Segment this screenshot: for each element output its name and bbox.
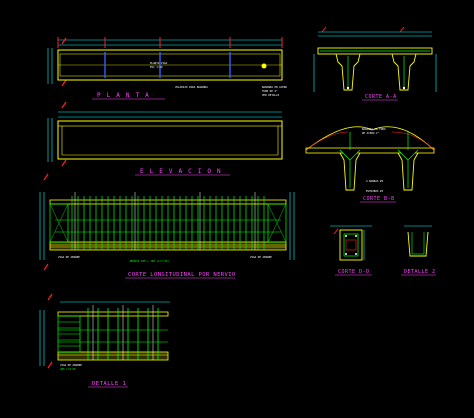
elevacion-beam-outline [57, 120, 283, 160]
svg-text:4 BARRAS #5: 4 BARRAS #5 [366, 179, 384, 183]
svg-text:PLANTA VIGA: PLANTA VIGA [150, 61, 168, 65]
corte-dd-title: CORTE D-D [338, 269, 370, 275]
svg-text:VIGA DE AMARRE: VIGA DE AMARRE [58, 255, 80, 259]
svg-text:BARANDA EN TUBO: BARANDA EN TUBO [362, 127, 386, 131]
cad-drawing: PLANTA VIGA ESC 1:50 VOLADIZO PARA BARAN… [39, 26, 437, 388]
corte-aa-view: CORTE A-A [313, 26, 437, 101]
planta-view: PLANTA VIGA ESC 1:50 VOLADIZO PARA BARAN… [47, 37, 287, 100]
svg-text:ESC 1:50: ESC 1:50 [150, 65, 163, 69]
corte-bb-view: BARANDA EN TUBO DE ACERO 2" 4 BARRAS #5 … [305, 126, 435, 203]
svg-text:TUBO DE 2": TUBO DE 2" [262, 89, 278, 93]
planta-title: P L A N T A [97, 92, 150, 99]
corte-bb-title: CORTE B-B [363, 196, 395, 202]
detalle-1-view: VIGA DE AMARRE 2#5 L=0.90 DETALLE 1 [39, 293, 170, 388]
detalle-1-title: DETALLE 1 [92, 381, 126, 387]
cad-drawing-canvas: PLANTA VIGA ESC 1:50 VOLADIZO PARA BARAN… [0, 0, 474, 418]
svg-text:VIGA DE AMARRE: VIGA DE AMARRE [250, 255, 272, 259]
detalle-2-title: DETALLE 2 [404, 269, 436, 275]
svg-text:VER DETALLE: VER DETALLE [262, 93, 280, 97]
corte-dd-section [339, 229, 363, 261]
svg-text:ESTRIBOS #3: ESTRIBOS #3 [366, 189, 384, 193]
corte-longitudinal-view: VIGA DE AMARRE VIGA DE AMARRE NERVIO 1#5… [39, 173, 295, 279]
svg-text:BARANDA EN ACERO: BARANDA EN ACERO [262, 85, 287, 89]
corte-longitudinal-title: CORTE LONGITUDINAL POR NERVIO [128, 272, 236, 278]
svg-text:2#5 L=0.90: 2#5 L=0.90 [60, 367, 76, 371]
detalle-2-section [407, 231, 429, 257]
svg-text:DE ACERO 2": DE ACERO 2" [362, 131, 380, 135]
detalle-2-view: DETALLE 2 [401, 225, 436, 276]
corte-dd-view: CORTE D-D [330, 225, 372, 276]
corte-aa-title: CORTE A-A [365, 94, 397, 100]
elevacion-title: E L E V A C I O N [140, 168, 222, 175]
svg-text:VIGA DE AMARRE: VIGA DE AMARRE [60, 363, 82, 367]
elevacion-view: E L E V A C I O N [47, 101, 283, 176]
svg-text:VOLADIZO PARA BARANDA: VOLADIZO PARA BARANDA [175, 85, 208, 89]
svg-text:NERVIO 1#5 + 1#4 (L=7.50): NERVIO 1#5 + 1#4 (L=7.50) [130, 259, 169, 263]
